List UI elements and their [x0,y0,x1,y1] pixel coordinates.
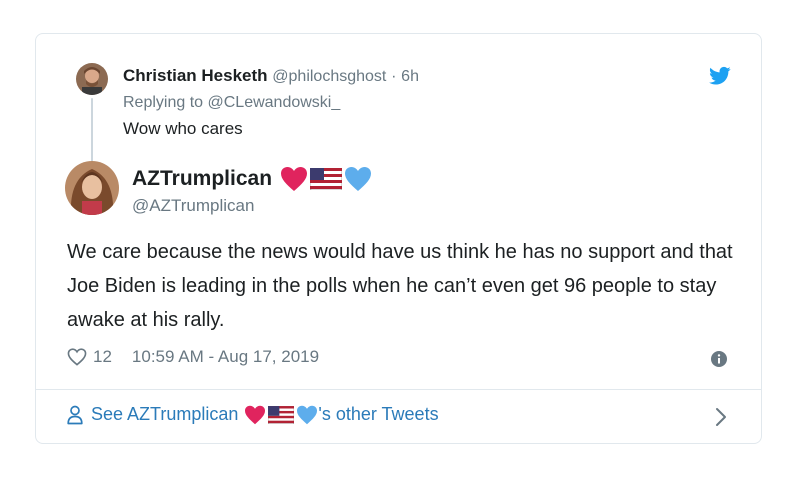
thread-connector-line [91,98,93,166]
like-count[interactable]: 12 [93,347,112,367]
name-emoji-group [280,166,372,192]
twitter-bird-icon[interactable] [709,66,731,86]
main-author-avatar[interactable] [65,161,119,215]
replying-to-handle[interactable]: @CLewandowski_ [208,94,341,111]
blue-heart-icon [297,405,318,424]
red-heart-icon [281,167,308,191]
footer-emoji-group [244,405,318,425]
see-other-tweets-link[interactable]: See AZTrumplican 's other Tweets [67,404,439,425]
us-flag-icon [310,168,343,190]
main-author-handle[interactable]: @AZTrumplican [132,196,254,216]
replying-to-line: Replying to @CLewandowski_ [123,94,340,112]
main-author-name[interactable]: AZTrumplican [132,167,272,191]
info-icon[interactable] [711,351,727,367]
parent-separator-dot: · [391,68,397,85]
main-author-name-row: AZTrumplican [132,166,372,192]
parent-author-avatar[interactable] [76,63,108,95]
parent-tweet-text: Wow who cares [123,119,243,138]
tweet-timestamp[interactable]: 10:59 AM - Aug 17, 2019 [132,347,319,367]
blue-heart-icon [345,167,372,191]
person-icon [67,405,83,424]
parent-tweet-header: Christian Hesketh @philochsghost · 6h [123,66,419,86]
like-heart-icon[interactable] [67,348,87,366]
parent-time-ago[interactable]: 6h [401,68,419,85]
parent-author-handle[interactable]: @philochsghost [272,68,386,85]
tweet-embed-card[interactable]: Christian Hesketh @philochsghost · 6h Re… [35,33,762,444]
parent-author-name[interactable]: Christian Hesketh [123,66,268,85]
chevron-right-icon[interactable] [715,407,727,427]
tweet-meta-row: 12 10:59 AM - Aug 17, 2019 [67,347,319,367]
replying-to-prefix: Replying to [123,94,204,111]
footer-suffix-text[interactable]: 's other Tweets [318,404,438,425]
footer-divider [36,389,761,390]
main-tweet-text: We care because the news would have us t… [67,241,733,331]
us-flag-icon [268,405,295,424]
footer-prefix-text[interactable]: See AZTrumplican [91,404,238,425]
red-heart-icon [245,405,266,424]
